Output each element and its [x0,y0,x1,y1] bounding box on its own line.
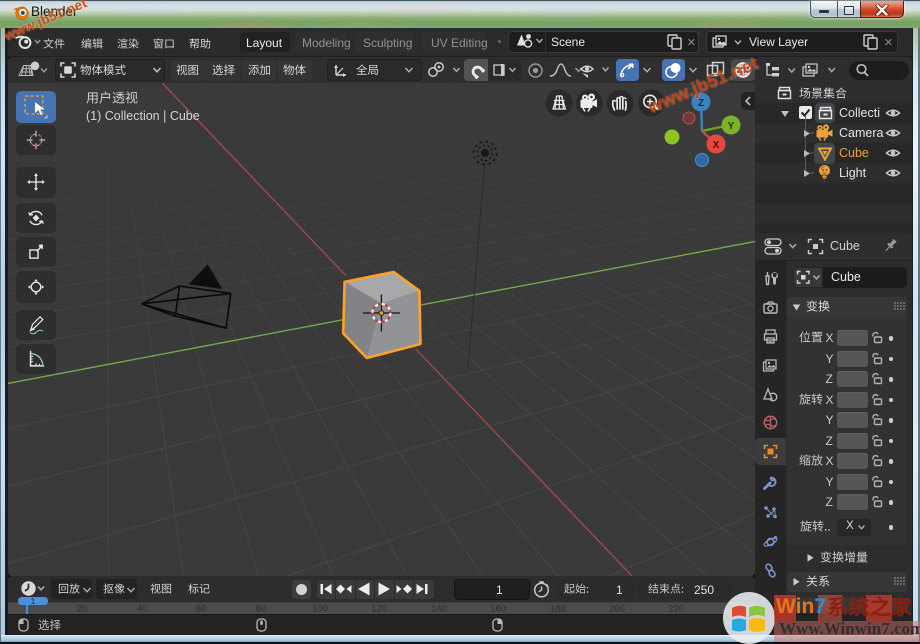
svg-text:200: 200 [609,604,625,615]
svg-text:40: 40 [137,604,148,615]
svg-text:20: 20 [77,604,88,615]
svg-text:1: 1 [31,597,36,606]
svg-text:140: 140 [431,604,447,615]
svg-text:120: 120 [371,604,387,615]
svg-text:100: 100 [312,604,328,615]
svg-text:80: 80 [256,604,267,615]
svg-text:220: 220 [668,604,684,615]
svg-text:60: 60 [196,604,207,615]
svg-text:160: 160 [490,604,506,615]
svg-text:180: 180 [550,604,566,615]
